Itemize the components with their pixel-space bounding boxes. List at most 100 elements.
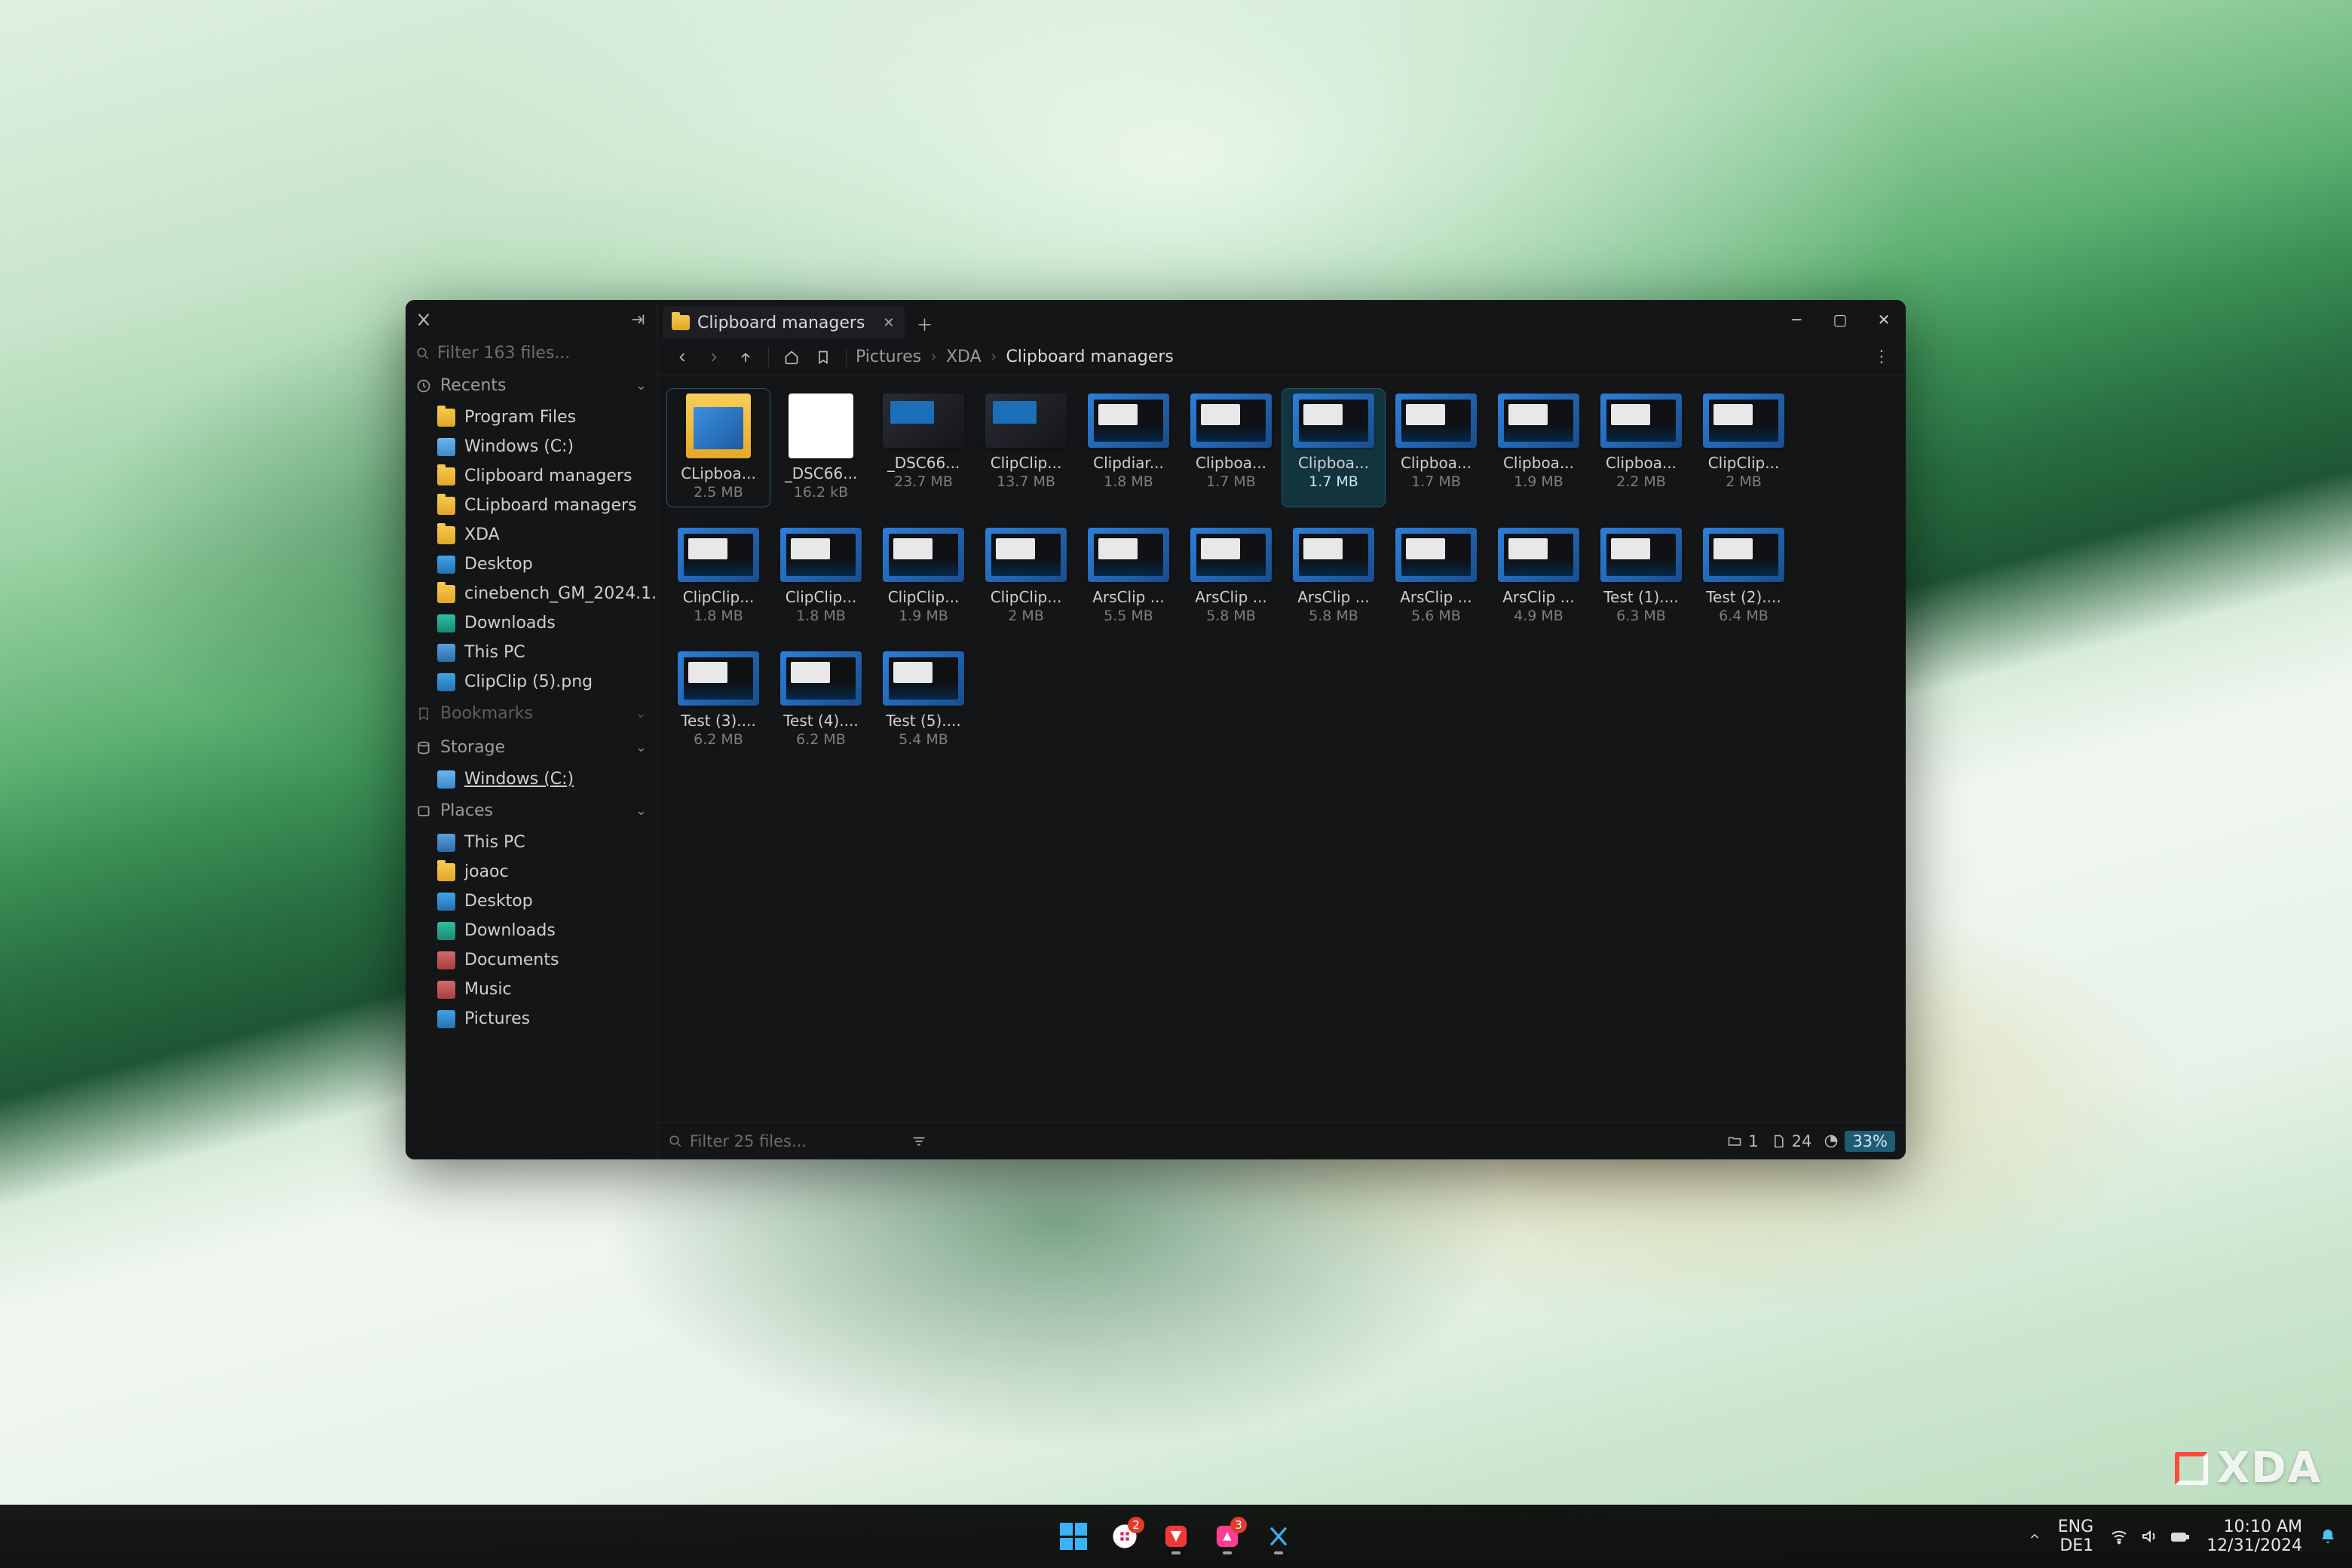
file-item[interactable]: ArsClip ...5.5 MB — [1077, 523, 1180, 630]
file-item[interactable]: ArsClip ...5.6 MB — [1385, 523, 1487, 630]
file-item[interactable]: ClipClip...2 MB — [975, 523, 1077, 630]
file-item[interactable]: ClipClip...1.8 MB — [770, 523, 872, 630]
file-item[interactable]: Clipboa...2.2 MB — [1590, 389, 1692, 507]
sidebar-item[interactable]: Clipboard managers — [406, 461, 657, 491]
taskbar-app-slack[interactable]: 2 — [1104, 1515, 1146, 1557]
file-item[interactable]: Clipboa...1.9 MB — [1487, 389, 1590, 507]
thumbnail — [1498, 528, 1579, 582]
file-name: ArsClip ... — [1400, 588, 1472, 606]
sidebar-item[interactable]: Desktop — [406, 550, 657, 579]
breadcrumb[interactable]: Pictures›XDA›Clipboard managers — [856, 348, 1174, 366]
sidebar-filter[interactable] — [406, 339, 657, 369]
sidebar-item[interactable]: Pictures — [406, 1004, 657, 1034]
minimize-button[interactable]: ─ — [1775, 300, 1818, 339]
filter-options-icon[interactable] — [908, 1131, 929, 1152]
sidebar-item-label: CLipboard managers — [464, 496, 637, 515]
volume-icon[interactable] — [2140, 1527, 2158, 1545]
file-item[interactable]: ClipClip...1.9 MB — [872, 523, 975, 630]
sidebar-item[interactable]: Windows (C:) — [406, 432, 657, 461]
sidebar-item-label: Pictures — [464, 1009, 530, 1028]
search-icon — [669, 1135, 682, 1148]
tray-overflow-icon[interactable] — [2028, 1530, 2041, 1543]
new-tab-button[interactable]: ＋ — [910, 309, 940, 339]
file-item[interactable]: Clipboa...1.7 MB — [1180, 389, 1282, 507]
file-item[interactable]: ClipClip...1.8 MB — [667, 523, 770, 630]
tab-clipboard-managers[interactable]: Clipboard managers ✕ — [663, 306, 905, 339]
file-grid[interactable]: CLipboa...2.5 MB_DSC66...16.2 kB_DSC66..… — [658, 375, 1906, 1122]
sidebar-item[interactable]: Program Files — [406, 403, 657, 432]
sidebar-item-label: Windows (C:) — [464, 770, 574, 789]
sidebar: Recents⌄Program FilesWindows (C:)Clipboa… — [406, 300, 658, 1159]
forward-button[interactable] — [700, 344, 727, 371]
sidebar-item-label: ClipClip (5).png — [464, 672, 593, 691]
breadcrumb-segment[interactable]: XDA — [946, 348, 982, 366]
sidebar-section-storage[interactable]: Storage⌄ — [406, 730, 657, 764]
file-icon — [1771, 1134, 1786, 1149]
sidebar-item[interactable]: joaoc — [406, 857, 657, 887]
sidebar-item[interactable]: This PC — [406, 638, 657, 667]
sidebar-section-bookmarks[interactable]: Bookmarks⌄ — [406, 697, 657, 730]
home-button[interactable] — [778, 344, 805, 371]
maximize-button[interactable]: ▢ — [1818, 300, 1862, 339]
sidebar-item[interactable]: ClipClip (5).png — [406, 667, 657, 697]
wifi-icon[interactable] — [2110, 1527, 2128, 1545]
file-item[interactable]: Clipboa...1.7 MB — [1282, 389, 1385, 507]
footer-filter-input[interactable] — [690, 1132, 901, 1150]
battery-icon[interactable] — [2170, 1527, 2190, 1545]
file-item[interactable]: _DSC66...16.2 kB — [770, 389, 872, 507]
more-menu-button[interactable]: ⋮ — [1868, 344, 1895, 371]
sidebar-item[interactable]: Downloads — [406, 608, 657, 638]
sidebar-item[interactable]: cinebench_GM_2024.1.0 — [406, 579, 657, 608]
file-item[interactable]: ArsClip ...4.9 MB — [1487, 523, 1590, 630]
footer-stats: 1 24 33% — [1727, 1131, 1895, 1152]
back-button[interactable] — [669, 344, 696, 371]
file-item[interactable]: ArsClip ...5.8 MB — [1282, 523, 1385, 630]
file-item[interactable]: ClipClip...13.7 MB — [975, 389, 1077, 507]
sidebar-item[interactable]: Windows (C:) — [406, 764, 657, 794]
up-button[interactable] — [732, 344, 759, 371]
file-item[interactable]: Test (5)....5.4 MB — [872, 647, 975, 754]
sidebar-item[interactable]: XDA — [406, 520, 657, 550]
file-item[interactable]: Test (4)....6.2 MB — [770, 647, 872, 754]
file-size: 6.4 MB — [1719, 608, 1769, 624]
dock-sidebar-icon[interactable] — [626, 308, 650, 332]
file-item[interactable]: ClipClip...2 MB — [1692, 389, 1795, 507]
taskbar-app-files[interactable] — [1257, 1515, 1300, 1557]
taskbar-app-pink[interactable]: 3 — [1206, 1515, 1248, 1557]
thumbnail — [780, 651, 862, 706]
file-item[interactable]: Clipdiar...1.8 MB — [1077, 389, 1180, 507]
close-tab-icon[interactable]: ✕ — [883, 315, 894, 331]
language-indicator[interactable]: ENGDE1 — [2058, 1517, 2093, 1556]
file-item[interactable]: Test (2)....6.4 MB — [1692, 523, 1795, 630]
file-item[interactable]: _DSC66...23.7 MB — [872, 389, 975, 507]
sidebar-item[interactable]: Music — [406, 975, 657, 1004]
sidebar-item[interactable]: CLipboard managers — [406, 491, 657, 520]
taskbar[interactable]: 2 3 ENGDE1 10:10 AM12/31/2024 — [0, 1505, 2352, 1568]
start-button[interactable] — [1052, 1515, 1095, 1557]
file-item[interactable]: Test (3)....6.2 MB — [667, 647, 770, 754]
folder-icon — [437, 585, 455, 603]
notifications-icon[interactable] — [2319, 1527, 2337, 1545]
sidebar-item[interactable]: Downloads — [406, 916, 657, 945]
sidebar-section-places[interactable]: Places⌄ — [406, 794, 657, 828]
bookmark-button[interactable] — [810, 344, 837, 371]
file-item[interactable]: ArsClip ...5.8 MB — [1180, 523, 1282, 630]
file-item[interactable]: CLipboa...2.5 MB — [667, 389, 770, 507]
window-controls: ─ ▢ ✕ — [1775, 300, 1906, 339]
close-window-button[interactable]: ✕ — [1862, 300, 1906, 339]
sidebar-filter-input[interactable] — [437, 344, 647, 363]
file-item[interactable]: Test (1)....6.3 MB — [1590, 523, 1692, 630]
sidebar-item[interactable]: This PC — [406, 828, 657, 857]
file-item[interactable]: Clipboa...1.7 MB — [1385, 389, 1487, 507]
breadcrumb-segment[interactable]: Pictures — [856, 348, 921, 366]
main-pane: Clipboard managers ✕ ＋ ─ ▢ ✕ Pictures›XD… — [658, 300, 1906, 1159]
thumbnail — [1395, 394, 1477, 448]
sidebar-section-recents[interactable]: Recents⌄ — [406, 369, 657, 403]
app-logo-icon[interactable] — [413, 309, 434, 330]
clock[interactable]: 10:10 AM12/31/2024 — [2207, 1517, 2302, 1556]
sidebar-item[interactable]: Documents — [406, 945, 657, 975]
sidebar-item-label: This PC — [464, 643, 525, 662]
taskbar-app-vivaldi[interactable] — [1155, 1515, 1197, 1557]
sidebar-item[interactable]: Desktop — [406, 887, 657, 916]
breadcrumb-segment[interactable]: Clipboard managers — [1006, 348, 1173, 366]
